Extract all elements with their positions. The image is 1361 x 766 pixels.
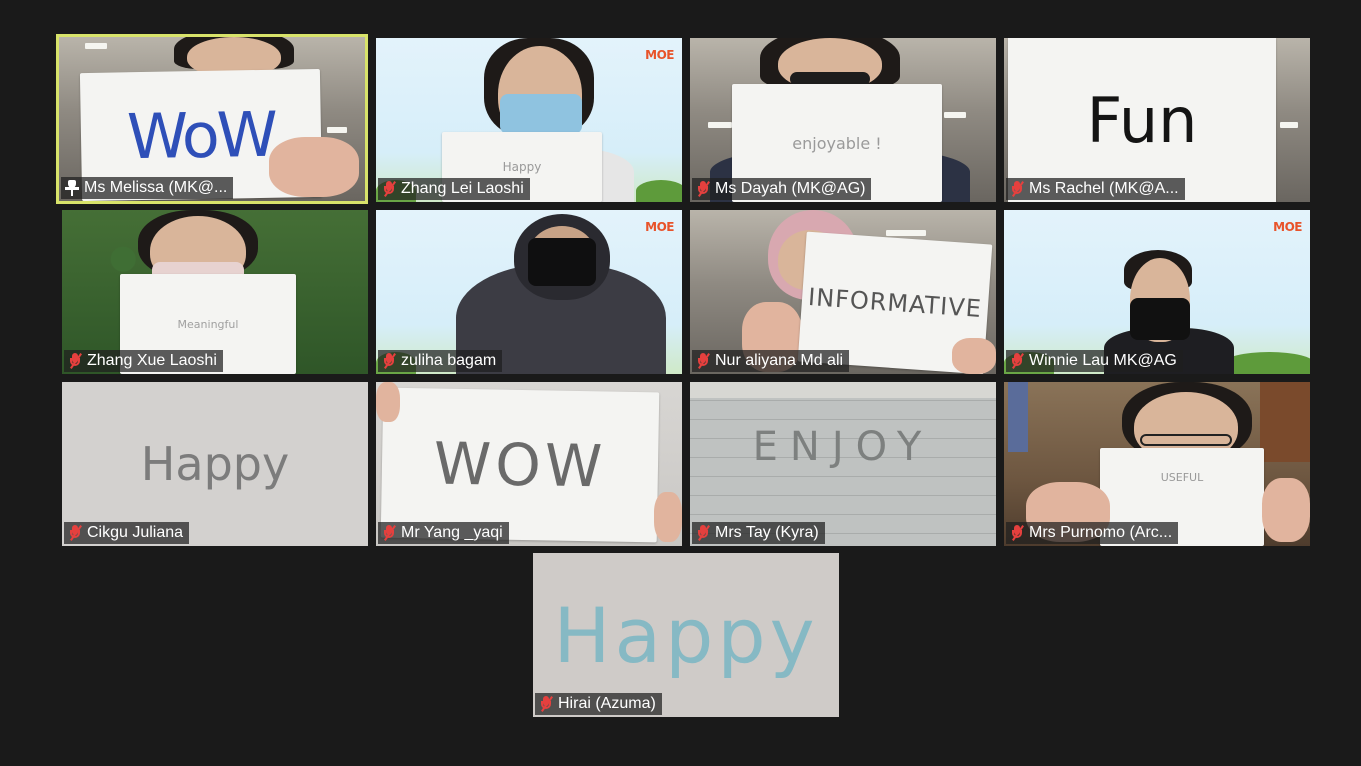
video-tile[interactable]: ENJOY Mrs Tay (Kyra) bbox=[690, 382, 996, 546]
sign-text: WoW bbox=[126, 97, 276, 173]
participant-name: Mrs Tay (Kyra) bbox=[715, 524, 819, 541]
participant-nameplate: Mr Yang _yaqi bbox=[378, 522, 509, 544]
sign-text: Meaningful bbox=[177, 317, 239, 331]
participant-nameplate: Winnie Lau MK@AG bbox=[1006, 350, 1183, 372]
sign-text: INFORMATIVE bbox=[807, 282, 983, 324]
participant-name: Zhang Xue Laoshi bbox=[87, 352, 217, 369]
participant-name: Ms Melissa (MK@... bbox=[84, 179, 228, 196]
sign-text: WOW bbox=[433, 429, 607, 501]
video-tile[interactable]: Happy Cikgu Juliana bbox=[62, 382, 368, 546]
mic-muted-icon bbox=[1010, 181, 1024, 197]
participant-name: Cikgu Juliana bbox=[87, 524, 184, 541]
participant-name: Mrs Purnomo (Arc... bbox=[1029, 524, 1173, 541]
participant-nameplate: Hirai (Azuma) bbox=[535, 693, 662, 715]
gallery-view: WoW Ms Melissa (MK@... MOE Happy Zhang L… bbox=[0, 0, 1361, 766]
participant-nameplate: Zhang Lei Laoshi bbox=[378, 178, 530, 200]
participant-name: Zhang Lei Laoshi bbox=[401, 180, 524, 197]
video-tile[interactable]: WOW Mr Yang _yaqi bbox=[376, 382, 682, 546]
participant-name: Winnie Lau MK@AG bbox=[1029, 352, 1177, 369]
moe-logo: MOE bbox=[645, 48, 674, 62]
mic-muted-icon bbox=[696, 525, 710, 541]
participant-nameplate: zuliha bagam bbox=[378, 350, 503, 372]
sign-text: ENJOY bbox=[752, 424, 934, 470]
mic-muted-icon bbox=[68, 525, 82, 541]
video-tile[interactable]: MOE Winnie Lau MK@AG bbox=[1004, 210, 1310, 374]
participant-nameplate: Nur aliyana Md ali bbox=[692, 350, 850, 372]
mic-muted-icon bbox=[539, 696, 553, 712]
moe-logo: MOE bbox=[1273, 220, 1302, 234]
mic-muted-icon bbox=[382, 525, 396, 541]
participant-nameplate: Ms Dayah (MK@AG) bbox=[692, 178, 872, 200]
mic-muted-icon bbox=[1010, 353, 1024, 369]
mic-muted-icon bbox=[1010, 525, 1024, 541]
sign-text: Happy bbox=[553, 590, 819, 680]
video-tile[interactable]: MOE zuliha bagam bbox=[376, 210, 682, 374]
participant-nameplate: Cikgu Juliana bbox=[64, 522, 190, 544]
participant-nameplate: Ms Rachel (MK@A... bbox=[1006, 178, 1185, 200]
mic-muted-icon bbox=[382, 353, 396, 369]
participant-name: Ms Rachel (MK@A... bbox=[1029, 180, 1179, 197]
participant-name: Hirai (Azuma) bbox=[558, 695, 656, 712]
video-tile[interactable]: Fun Ms Rachel (MK@A... bbox=[1004, 38, 1310, 202]
participant-nameplate: Mrs Tay (Kyra) bbox=[692, 522, 825, 544]
video-tile[interactable]: Happy Hirai (Azuma) bbox=[533, 553, 839, 717]
video-tile[interactable]: MOE Happy Zhang Lei Laoshi bbox=[376, 38, 682, 202]
sign-text: Happy bbox=[140, 437, 290, 491]
sign-text: USEFUL bbox=[1160, 470, 1204, 484]
video-tile[interactable]: enjoyable ! Ms Dayah (MK@AG) bbox=[690, 38, 996, 202]
participant-name: zuliha bagam bbox=[401, 352, 497, 369]
participant-name: Mr Yang _yaqi bbox=[401, 524, 503, 541]
video-tile[interactable]: Meaningful Zhang Xue Laoshi bbox=[62, 210, 368, 374]
moe-logo: MOE bbox=[645, 220, 674, 234]
video-tile[interactable]: USEFUL Mrs Purnomo (Arc... bbox=[1004, 382, 1310, 546]
mic-muted-icon bbox=[696, 353, 710, 369]
mic-muted-icon bbox=[68, 353, 82, 369]
participant-name: Nur aliyana Md ali bbox=[715, 352, 844, 369]
video-tile[interactable]: INFORMATIVE Nur aliyana Md ali bbox=[690, 210, 996, 374]
sign-text: enjoyable ! bbox=[792, 133, 882, 153]
pin-icon bbox=[65, 180, 79, 196]
mic-muted-icon bbox=[696, 181, 710, 197]
participant-nameplate: Ms Melissa (MK@... bbox=[61, 177, 234, 199]
participant-nameplate: Zhang Xue Laoshi bbox=[64, 350, 223, 372]
participant-name: Ms Dayah (MK@AG) bbox=[715, 180, 866, 197]
sign-text: Happy bbox=[502, 160, 542, 174]
participant-nameplate: Mrs Purnomo (Arc... bbox=[1006, 522, 1179, 544]
video-tile[interactable]: WoW Ms Melissa (MK@... bbox=[56, 34, 368, 204]
mic-muted-icon bbox=[382, 181, 396, 197]
sign-text: Fun bbox=[1086, 83, 1198, 157]
